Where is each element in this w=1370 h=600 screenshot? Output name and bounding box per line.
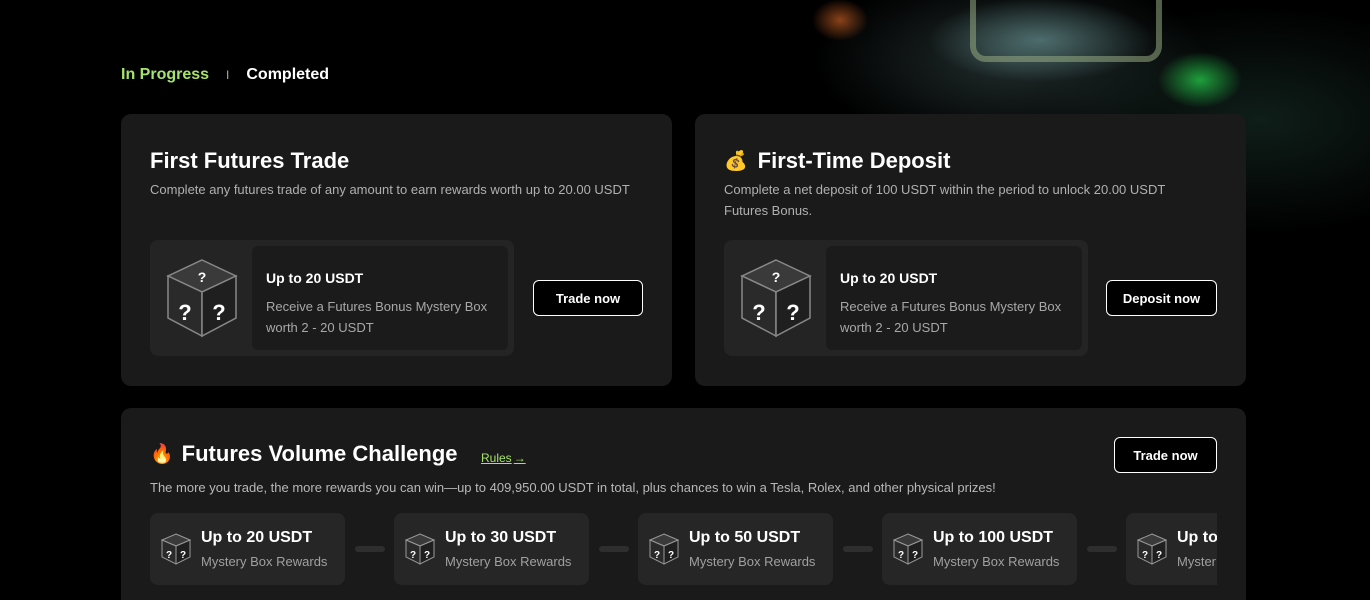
tier-title: Up to 50 USDT [689,529,801,546]
deposit-now-button[interactable]: Deposit now [1106,280,1217,316]
mystery-box-icon: ?? [892,533,924,565]
mystery-box-icon: ?? [160,533,192,565]
reward-box: ? ? ? Up to 20 USDT Receive a Futures Bo… [150,240,514,356]
tier-connector [1087,546,1117,552]
tier-card: ?? Up to Myster [1126,513,1217,585]
svg-text:?: ? [898,550,904,561]
mystery-box-icon: ?? [1136,533,1168,565]
fire-icon: 🔥 [150,444,174,465]
first-trade-card: First Futures Trade Complete any futures… [121,114,672,386]
tier-card: ?? Up to 30 USDT Mystery Box Rewards [394,513,589,585]
svg-text:?: ? [668,550,674,561]
card-title: 💰 First-Time Deposit [724,148,950,174]
svg-text:?: ? [166,550,172,561]
reward-title: Up to 20 USDT [266,270,364,286]
tier-card: ?? Up to 20 USDT Mystery Box Rewards [150,513,345,585]
tier-connector [355,546,385,552]
tab-in-progress[interactable]: In Progress [121,66,209,84]
tab-separator: I [226,68,230,82]
tier-title: Up to [1177,529,1217,546]
tier-subtitle: Mystery Box Rewards [689,554,816,569]
svg-text:?: ? [424,550,430,561]
svg-text:?: ? [772,269,781,285]
tier-title: Up to 100 USDT [933,529,1054,546]
svg-text:?: ? [1156,550,1162,561]
tier-subtitle: Mystery Box Rewards [933,554,1060,569]
svg-text:?: ? [212,300,225,325]
mystery-box-icon: ? ? ? [164,258,240,338]
trade-now-button[interactable]: Trade now [533,280,643,316]
tier-connector [843,546,873,552]
hero-decoration [970,0,1162,62]
challenge-description: The more you trade, the more rewards you… [150,480,996,495]
tier-subtitle: Myster [1177,554,1216,569]
svg-text:?: ? [410,550,416,561]
tier-subtitle: Mystery Box Rewards [201,554,328,569]
first-deposit-card: 💰 First-Time Deposit Complete a net depo… [695,114,1246,386]
money-bag-icon: 💰 [724,151,748,172]
tier-subtitle: Mystery Box Rewards [445,554,572,569]
svg-text:?: ? [198,269,207,285]
challenge-title: 🔥 Futures Volume Challenge [150,441,458,467]
tab-completed[interactable]: Completed [246,66,329,84]
tier-card: ?? Up to 50 USDT Mystery Box Rewards [638,513,833,585]
challenge-title-text: Futures Volume Challenge [181,441,458,466]
svg-text:?: ? [1142,550,1148,561]
reward-details: Up to 20 USDT Receive a Futures Bonus My… [252,246,508,350]
mystery-box-icon: ?? [648,533,680,565]
reward-box: ? ? ? Up to 20 USDT Receive a Futures Bo… [724,240,1088,356]
svg-text:?: ? [786,300,799,325]
reward-text: Receive a Futures Bonus Mystery Box wort… [840,299,1062,335]
svg-text:?: ? [654,550,660,561]
rules-link[interactable]: Rules → [481,451,526,465]
tier-title: Up to 20 USDT [201,529,313,546]
mystery-box-icon: ?? [404,533,436,565]
svg-text:?: ? [752,300,765,325]
svg-text:?: ? [178,300,191,325]
reward-details: Up to 20 USDT Receive a Futures Bonus My… [826,246,1082,350]
svg-text:?: ? [912,550,918,561]
tiers-track: ?? Up to 20 USDT Mystery Box Rewards ?? … [121,500,1217,600]
card-description: Complete any futures trade of any amount… [150,182,630,197]
challenge-trade-now-button[interactable]: Trade now [1114,437,1217,473]
rules-label: Rules [481,451,512,465]
card-title-text: First-Time Deposit [757,148,951,173]
svg-text:?: ? [180,550,186,561]
tier-connector [599,546,629,552]
reward-text: Receive a Futures Bonus Mystery Box wort… [266,299,488,335]
tier-card: ?? Up to 100 USDT Mystery Box Rewards [882,513,1077,585]
card-title: First Futures Trade [150,148,350,173]
mystery-box-icon: ? ? ? [738,258,814,338]
status-tabs: In Progress I Completed [121,66,329,84]
arrow-right-icon: → [513,451,526,465]
card-description: Complete a net deposit of 100 USDT withi… [724,182,1166,218]
tier-title: Up to 30 USDT [445,529,557,546]
reward-title: Up to 20 USDT [840,270,938,286]
